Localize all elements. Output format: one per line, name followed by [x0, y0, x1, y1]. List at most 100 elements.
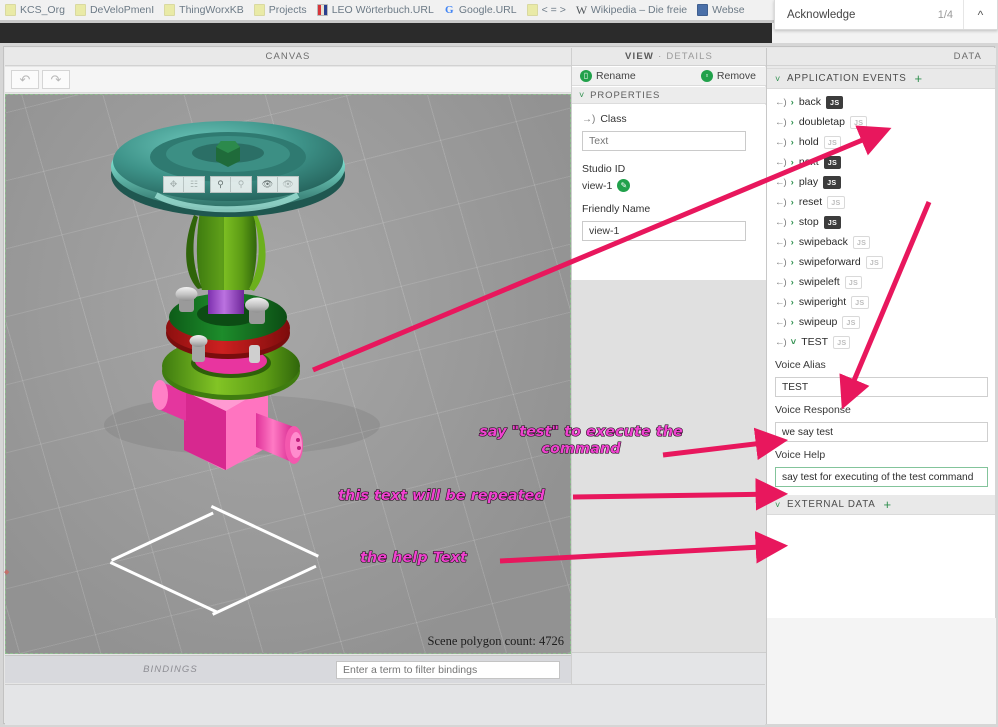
bookmark-item[interactable]: LEO Wörterbuch.URL [314, 4, 441, 16]
js-badge[interactable]: JS [823, 155, 842, 169]
bindings-filter-input[interactable] [336, 660, 560, 679]
js-badge[interactable]: JS [851, 295, 869, 309]
chevron-right-icon[interactable]: › [791, 297, 794, 308]
voice-help-input[interactable] [775, 467, 988, 487]
chevron-down-icon[interactable]: ˅ [791, 337, 797, 348]
js-badge[interactable]: JS [852, 235, 871, 249]
bookmark-item[interactable]: DeVeloPmenI [72, 4, 161, 16]
data-column: DATA › APPLICATION PARAMETERS + ˅ APPLIC… [766, 48, 996, 724]
binding-arrow-icon[interactable]: →) [582, 114, 595, 125]
class-input[interactable] [582, 131, 746, 151]
chevron-right-icon[interactable]: › [791, 137, 794, 148]
application-events-list: ←) › back JS ←) › doubletap JS ←) › hold JS ←) › ne… [767, 89, 995, 352]
folder-icon [164, 4, 176, 16]
event-label: play [798, 176, 819, 188]
event-row-back[interactable]: ←) › back JS [767, 92, 995, 112]
voice-response-input[interactable] [775, 422, 988, 442]
js-badge[interactable]: JS [827, 195, 845, 209]
chevron-right-icon[interactable]: › [791, 197, 794, 208]
scene-polygon-count: Scene polygon count: 4726 [427, 634, 564, 648]
back-binding-icon[interactable]: ←) [775, 97, 787, 108]
zoom-to-fit-icon[interactable]: ⚲ [210, 176, 231, 193]
properties-section-header[interactable]: ˅ PROPERTIES [572, 87, 766, 104]
hide-icon[interactable]: 👁 [257, 176, 278, 193]
js-badge[interactable]: JS [849, 115, 868, 129]
duplicate-icon[interactable]: ☷ [184, 176, 205, 193]
event-row-swipeup[interactable]: ←) › swipeup JS [767, 312, 995, 332]
js-badge[interactable]: JS [844, 275, 863, 289]
bookmark-item[interactable]: G Google.URL [441, 4, 524, 16]
js-badge[interactable]: JS [823, 135, 842, 149]
redo-icon[interactable]: ↷ [42, 70, 70, 89]
acknowledge-count: 1/4 [937, 8, 953, 21]
studio-id-value: view-1 [582, 179, 613, 192]
pencil-icon[interactable]: ✎ [617, 179, 631, 192]
event-row-swiperight[interactable]: ←) › swiperight JS [767, 292, 995, 312]
back-binding-icon[interactable]: ←) [775, 277, 787, 288]
back-binding-icon[interactable]: ←) [775, 217, 787, 228]
chevron-up-icon[interactable]: ^ [963, 0, 997, 29]
bookmark-item[interactable]: ThingWorxKB [161, 4, 251, 16]
event-row-doubletap[interactable]: ←) › doubletap JS [767, 112, 995, 132]
event-row-play[interactable]: ←) › play JS [767, 172, 995, 192]
voice-alias-input[interactable] [775, 377, 988, 397]
back-binding-icon[interactable]: ←) [775, 337, 787, 348]
back-binding-icon[interactable]: ←) [775, 237, 787, 248]
bookmark-item[interactable]: Projects [251, 4, 314, 16]
bookmark-item[interactable]: KCS_Org [2, 4, 72, 16]
bookmark-item[interactable]: < = > [524, 4, 573, 16]
back-binding-icon[interactable]: ←) [775, 177, 787, 188]
bookmark-item[interactable]: Webse [694, 4, 752, 16]
back-binding-icon[interactable]: ←) [775, 157, 787, 168]
event-row-next[interactable]: ←) › next JS [767, 152, 995, 172]
plus-icon[interactable]: + [915, 72, 923, 85]
js-badge[interactable]: JS [865, 255, 884, 269]
js-badge[interactable]: JS [823, 175, 841, 189]
show-icon[interactable]: 👁 [278, 176, 299, 193]
chevron-right-icon[interactable]: › [791, 317, 794, 328]
acknowledge-popup[interactable]: Acknowledge 1/4 ^ [774, 0, 998, 30]
event-row-reset[interactable]: ←) › reset JS [767, 192, 995, 212]
chevron-right-icon[interactable]: › [791, 277, 794, 288]
application-window: CANVAS ↶ ↷ Scene polygon count: 4726 ✥ ☷… [0, 43, 998, 727]
event-label: doubletap [798, 116, 845, 128]
chevron-right-icon[interactable]: › [791, 177, 794, 188]
application-events-accordion[interactable]: ˅ APPLICATION EVENTS + [767, 69, 995, 89]
friendly-name-label: Friendly Name [582, 203, 651, 215]
chevron-right-icon[interactable]: › [791, 117, 794, 128]
back-binding-icon[interactable]: ←) [775, 297, 787, 308]
event-row-test[interactable]: ←) ˅ TEST JS [767, 332, 995, 352]
friendly-name-input[interactable] [582, 221, 746, 241]
rename-button[interactable]: ▯ Rename [580, 70, 636, 82]
back-binding-icon[interactable]: ←) [775, 137, 787, 148]
back-binding-icon[interactable]: ←) [775, 197, 787, 208]
js-badge[interactable]: JS [833, 335, 851, 349]
plus-icon[interactable]: + [884, 498, 892, 511]
chevron-right-icon[interactable]: › [791, 237, 794, 248]
chevron-right-icon[interactable]: › [791, 257, 794, 268]
event-row-hold[interactable]: ←) › hold JS [767, 132, 995, 152]
folder-icon [74, 4, 86, 16]
back-binding-icon[interactable]: ←) [775, 317, 787, 328]
undo-icon[interactable]: ↶ [11, 70, 39, 89]
chevron-down-icon: ˅ [775, 73, 782, 84]
remove-button[interactable]: ▫ Remove [700, 70, 756, 82]
js-badge[interactable]: JS [823, 215, 842, 229]
external-data-accordion[interactable]: ˅ EXTERNAL DATA + [767, 495, 995, 515]
back-binding-icon[interactable]: ←) [775, 117, 787, 128]
event-row-swipeforward[interactable]: ←) › swipeforward JS [767, 252, 995, 272]
chevron-right-icon[interactable]: › [791, 217, 794, 228]
event-row-stop[interactable]: ←) › stop JS [767, 212, 995, 232]
details-actions-bar: ▯ Rename ▫ Remove [572, 67, 766, 86]
chevron-right-icon[interactable]: › [791, 157, 794, 168]
bookmark-item[interactable]: W Wikipedia – Die freie [573, 4, 694, 16]
event-row-swipeback[interactable]: ←) › swipeback JS [767, 232, 995, 252]
event-row-swipeleft[interactable]: ←) › swipeleft JS [767, 272, 995, 292]
js-badge[interactable]: JS [842, 315, 860, 329]
class-field: →) Class [572, 105, 766, 151]
chevron-right-icon[interactable]: › [791, 97, 794, 108]
back-binding-icon[interactable]: ←) [775, 257, 787, 268]
zoom-selection-icon[interactable]: ⚲ [231, 176, 252, 193]
js-badge[interactable]: JS [826, 95, 844, 109]
pan-icon[interactable]: ✥ [163, 176, 184, 193]
